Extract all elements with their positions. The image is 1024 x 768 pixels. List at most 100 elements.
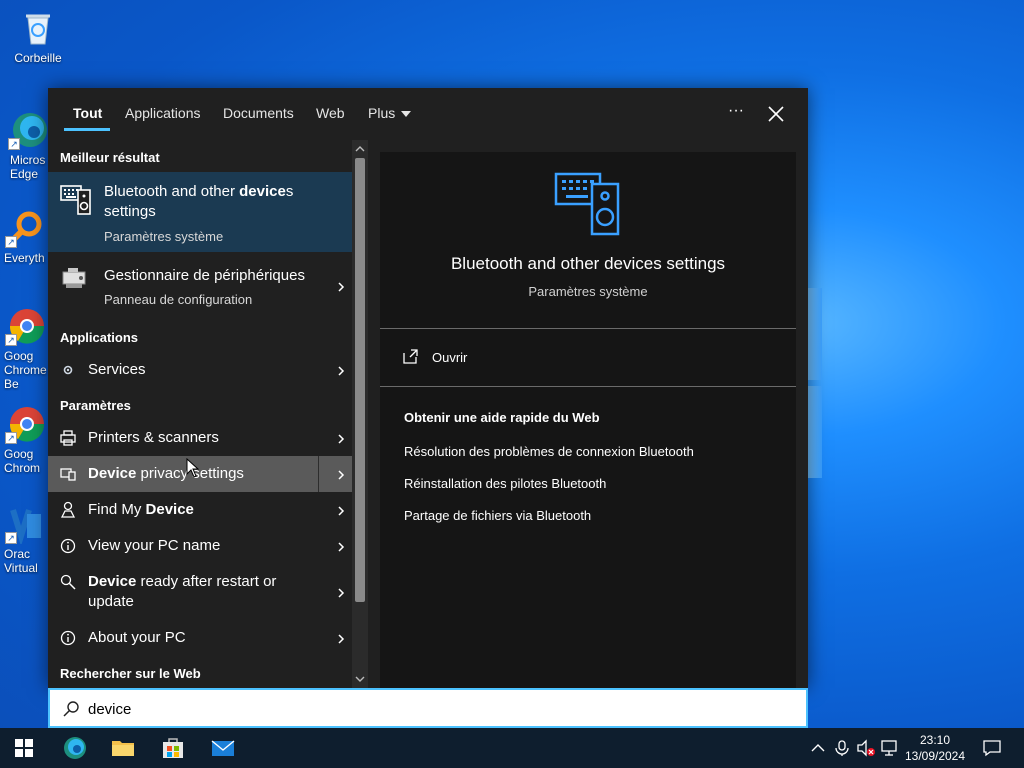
taskbar-clock[interactable]: 23:10 13/09/2024	[900, 732, 970, 764]
taskbar-mail-button[interactable]	[198, 728, 246, 768]
chevron-right-icon	[338, 634, 345, 644]
desktop-icon-chrome-beta[interactable]: ↗ Goog Chrome Be	[0, 306, 50, 391]
desktop-icon-label: Corbeille	[14, 51, 62, 65]
result-title: View your PC name	[88, 537, 221, 554]
preview-pane: Bluetooth and other devices settings Par…	[380, 152, 796, 688]
chevron-up-icon[interactable]	[808, 738, 828, 758]
result-title: About your PC	[88, 629, 186, 646]
edge-icon	[64, 737, 86, 759]
best-match-result[interactable]: Bluetooth and other devices settings Par…	[48, 172, 352, 252]
recycle-bin-icon	[18, 8, 58, 48]
result-view-pc-name[interactable]: View your PC name	[48, 528, 352, 564]
section-best-match: Meilleur résultat	[60, 150, 160, 165]
chevron-down-icon	[401, 111, 412, 118]
web-help-header: Obtenir une aide rapide du Web	[404, 410, 600, 425]
start-button[interactable]	[0, 728, 48, 768]
chevron-right-icon	[338, 470, 345, 480]
devices-settings-icon	[60, 184, 92, 216]
web-link-reinstall-drivers[interactable]: Réinstallation des pilotes Bluetooth	[404, 476, 606, 491]
result-printers-scanners[interactable]: Printers & scanners	[48, 420, 352, 456]
info-icon	[60, 538, 76, 554]
taskbar: 23:10 13/09/2024	[0, 728, 1024, 768]
result-device-manager[interactable]: Gestionnaire de périphériques Panneau de…	[48, 252, 352, 310]
clock-date: 13/09/2024	[904, 749, 966, 763]
results-list: Meilleur résultat Bluetooth and other de…	[48, 140, 352, 688]
taskbar-file-explorer-button[interactable]	[98, 728, 146, 768]
microphone-icon[interactable]	[832, 738, 852, 758]
desktop-icon-chrome[interactable]: ↗ Goog Chrom	[0, 404, 50, 475]
preview-divider	[380, 386, 796, 387]
search-input[interactable]	[88, 699, 768, 719]
printer-icon	[60, 430, 76, 446]
windows-wallpaper-logo	[806, 288, 824, 480]
result-title: Gestionnaire de périphériques	[104, 267, 305, 284]
results-scrollbar[interactable]	[352, 140, 368, 688]
best-match-subtitle: Paramètres système	[104, 229, 224, 244]
desktop-icon-everything[interactable]: ↗ Everyth	[0, 208, 50, 265]
tab-more[interactable]: Plus	[368, 105, 412, 125]
web-link-bluetooth-troubleshoot[interactable]: Résolution des problèmes de connexion Bl…	[404, 444, 694, 459]
preview-title: Bluetooth and other devices settings	[450, 254, 726, 273]
virtualbox-icon: ↗	[5, 504, 45, 547]
more-options-button[interactable]: ···	[724, 100, 748, 124]
preview-divider	[380, 328, 796, 329]
chevron-right-icon	[338, 588, 345, 598]
everything-search-icon: ↗	[5, 208, 45, 248]
desktop-icon-label: Everyth	[4, 251, 45, 265]
result-device-ready-after-restart[interactable]: Device ready after restart or update	[48, 564, 352, 620]
result-subtitle: Panneau de configuration	[104, 292, 253, 307]
active-tab-indicator	[64, 128, 110, 131]
result-title: Device ready after restart or	[88, 573, 277, 590]
open-external-icon	[403, 349, 418, 364]
tab-web[interactable]: Web	[316, 105, 345, 125]
split-divider	[318, 456, 319, 492]
notification-center-icon[interactable]	[982, 738, 1002, 758]
tab-documents[interactable]: Documents	[223, 105, 294, 125]
scroll-thumb[interactable]	[355, 158, 365, 602]
device-manager-icon	[60, 264, 90, 294]
scroll-down-icon	[355, 676, 365, 682]
desktop-icon-label: Goog Chrome Be	[4, 349, 47, 391]
mail-icon	[211, 740, 235, 756]
chevron-right-icon	[338, 282, 345, 292]
services-gear-icon	[63, 365, 73, 375]
search-window: Tout Applications Documents Web Plus ···…	[48, 88, 808, 688]
result-title-line2: update	[88, 593, 134, 610]
best-match-title: Bluetooth and other devices settings	[104, 183, 294, 220]
mouse-cursor-icon	[186, 458, 200, 478]
tab-more-label: Plus	[368, 105, 396, 121]
close-button[interactable]	[762, 100, 790, 128]
desktop-icon-recycle-bin[interactable]: Corbeille	[6, 8, 70, 65]
chevron-right-icon	[338, 506, 345, 516]
result-services[interactable]: Services	[48, 352, 352, 388]
search-icon	[63, 701, 79, 717]
chevron-right-icon	[338, 434, 345, 444]
section-applications: Applications	[60, 330, 139, 345]
person-location-icon	[60, 501, 76, 518]
device-privacy-icon	[60, 468, 76, 481]
search-box[interactable]	[48, 688, 808, 728]
chevron-right-icon	[338, 366, 345, 376]
speaker-muted-icon[interactable]	[856, 738, 876, 758]
result-device-privacy-settings[interactable]: Device privacy settings	[48, 456, 352, 492]
section-web-search: Rechercher sur le Web	[60, 666, 201, 681]
preview-subtitle: Paramètres système	[528, 284, 648, 299]
section-settings: Paramètres	[60, 398, 131, 413]
windows-start-icon	[15, 739, 33, 757]
tab-all[interactable]: Tout	[73, 105, 102, 125]
chevron-right-icon	[338, 542, 345, 552]
tab-applications[interactable]: Applications	[125, 105, 201, 125]
open-label: Ouvrir	[432, 350, 468, 365]
web-link-file-sharing[interactable]: Partage de fichiers via Bluetooth	[404, 508, 591, 523]
folder-icon	[112, 741, 134, 756]
edge-icon: ↗	[8, 110, 48, 150]
info-icon	[60, 630, 76, 646]
result-title: Printers & scanners	[88, 429, 219, 446]
desktop-icon-virtualbox[interactable]: ↗ Orac Virtual	[0, 504, 50, 575]
result-find-my-device[interactable]: Find My Device	[48, 492, 352, 528]
clock-time: 23:10	[919, 733, 951, 747]
network-icon[interactable]	[880, 738, 900, 758]
taskbar-edge-button[interactable]	[50, 728, 98, 768]
result-about-your-pc[interactable]: About your PC	[48, 620, 352, 656]
taskbar-store-button[interactable]	[148, 728, 196, 768]
